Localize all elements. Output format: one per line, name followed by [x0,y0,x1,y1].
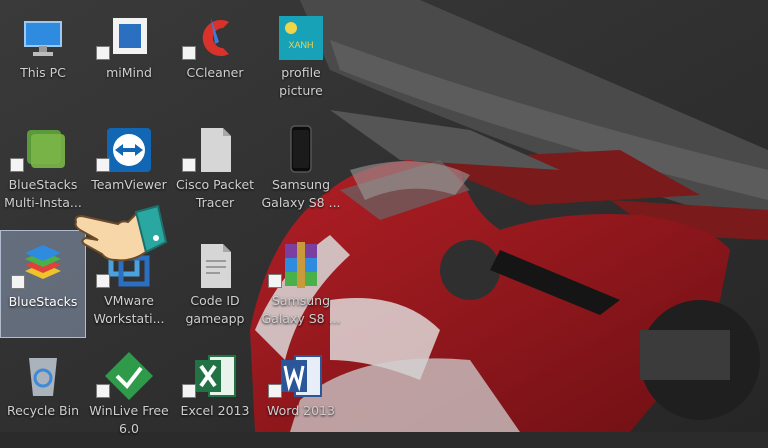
shortcut-arrow-icon [10,158,24,172]
winrar-icon [285,242,317,288]
icon-label: Samsung Galaxy S8 ... [261,177,341,210]
desktop-icon-code-id-gameapp[interactable]: Code ID gameapp [172,230,258,338]
desktop-icon-profile-picture[interactable]: XANH profile picture [258,2,344,110]
ccleaner-icon [202,18,229,57]
teamviewer-icon [107,128,151,172]
recycle-bin-icon [29,358,57,396]
excel-icon [195,355,236,397]
shortcut-arrow-icon [96,46,110,60]
shortcut-arrow-icon [268,384,282,398]
desktop-icon-mimind[interactable]: miMind [86,2,172,110]
icon-label: VMware Workstati... [93,293,165,326]
generic-file-icon [201,128,231,172]
shortcut-arrow-icon [182,158,196,172]
icon-label: This PC [20,65,66,80]
desktop-icon-grid: This PC miMind CCleaner XANH profile pic… [0,0,768,436]
mimind-icon [113,18,147,54]
desktop-icon-samsung-galaxy-s8-2[interactable]: Samsung Galaxy S8 ... [258,230,344,338]
phone-icon [290,125,312,173]
shortcut-arrow-icon [96,158,110,172]
pointing-hand-cursor [74,204,168,262]
desktop-icon-cisco-packet-tracer[interactable]: Cisco Packet Tracer [172,114,258,222]
icon-label: TeamViewer [91,177,167,192]
word-icon [281,355,322,397]
shortcut-arrow-icon [268,274,282,288]
icon-label: WinLive Free 6.0 [89,403,169,436]
icon-label: Samsung Galaxy S8 ... [261,293,341,326]
winlive-icon [105,352,153,400]
shortcut-arrow-icon [96,274,110,288]
icon-label: miMind [106,65,152,80]
desktop-icon-samsung-galaxy-s8-1[interactable]: Samsung Galaxy S8 ... [258,114,344,222]
shortcut-arrow-icon [96,384,110,398]
image-file-icon: XANH [279,16,323,60]
desktop-icon-ccleaner[interactable]: CCleaner [172,2,258,110]
icon-label: Code ID gameapp [185,293,245,326]
icon-label: Cisco Packet Tracer [175,177,255,210]
profile-picture-caption: XANH [288,40,313,50]
icon-label: CCleaner [186,65,244,80]
shortcut-arrow-icon [182,46,196,60]
icon-label: profile picture [279,65,323,98]
icon-label: BlueStacks [8,294,78,309]
shortcut-arrow-icon [182,384,196,398]
computer-icon [24,21,62,56]
shortcut-arrow-icon [11,275,25,289]
bluestacks-multi-icon [27,130,65,168]
generic-file-icon [201,244,231,288]
icon-label: Word 2013 [267,403,335,418]
icon-label: Recycle Bin [6,403,80,418]
icon-label: Excel 2013 [180,403,250,418]
desktop-icon-this-pc[interactable]: This PC [0,2,86,110]
